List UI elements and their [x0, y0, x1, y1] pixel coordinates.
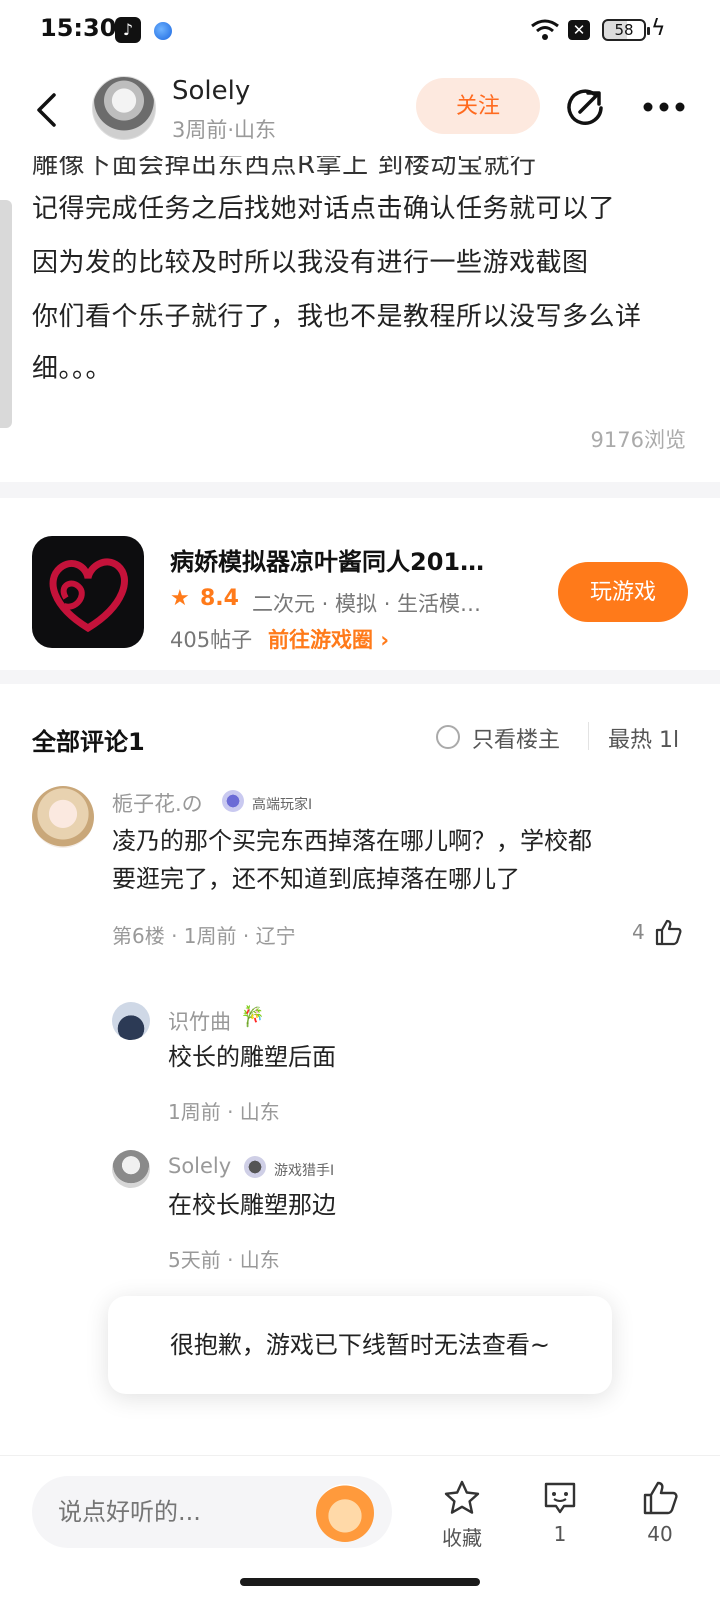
commenter-avatar[interactable] — [32, 786, 94, 848]
toast-message: 很抱歉，游戏已下线暂时无法查看~ — [108, 1296, 612, 1394]
comment-button[interactable]: 1 — [520, 1478, 600, 1546]
radio-icon[interactable] — [436, 725, 460, 749]
share-icon[interactable] — [564, 86, 606, 128]
reply-item: Solely 游戏猎手I 在校长雕塑那边 5天前 · 山东 — [0, 1148, 720, 1278]
x-notification-icon: ✕ — [568, 20, 590, 40]
star-outline-icon — [444, 1480, 480, 1514]
home-indicator[interactable] — [240, 1578, 480, 1586]
chevron-right-icon: › — [380, 628, 389, 652]
comment-text: 要逛完了，还不知道到底掉落在哪儿了 — [112, 865, 520, 893]
author-name[interactable]: Solely — [172, 76, 250, 106]
thumbs-up-icon — [643, 1481, 678, 1515]
collect-label: 收藏 — [442, 1526, 482, 1550]
only-op-filter[interactable]: 只看楼主 — [472, 722, 560, 754]
reply-item: 识竹曲 🎋 校长的雕塑后面 1周前 · 山东 — [0, 1000, 720, 1130]
article-line: 细。。。 — [32, 354, 113, 384]
wifi-icon — [531, 19, 559, 40]
tiktok-icon: ♪ — [115, 17, 141, 43]
reply-meta: 1周前 · 山东 — [168, 1100, 280, 1124]
divider — [0, 482, 720, 498]
back-icon[interactable] — [34, 92, 58, 128]
thumbs-up-icon[interactable] — [654, 918, 682, 946]
charging-bolt-icon: ϟ — [651, 16, 666, 41]
view-count: 9176浏览 — [590, 428, 686, 452]
status-bar: 15:30 ♪ ✕ 58 ϟ — [0, 0, 720, 64]
mascot-emoji-icon[interactable] — [316, 1484, 374, 1542]
comment-text: 凌乃的那个买完东西掉落在哪儿啊？，学校都 — [112, 827, 592, 855]
like-count: 40 — [647, 1522, 673, 1546]
more-icon[interactable] — [642, 100, 686, 114]
status-time: 15:30 — [40, 14, 117, 42]
commenter-name[interactable]: 栀子花.の — [112, 788, 203, 818]
author-meta: 3周前·山东 — [172, 118, 277, 142]
article-line: 你们看个乐子就行了，我也不是教程所以没写多么详 — [32, 302, 642, 332]
game-title[interactable]: 病娇模拟器凉叶酱同人201… — [170, 542, 484, 577]
replier-name[interactable]: Solely — [168, 1154, 231, 1178]
article-line: 记得完成任务之后找她对话点击确认任务就可以了 — [32, 194, 616, 224]
game-circle-link[interactable]: 前往游戏圈 › — [268, 624, 389, 654]
battery-icon: 58 — [602, 19, 650, 41]
comments-title: 全部评论1 — [32, 728, 145, 756]
author-avatar[interactable] — [92, 76, 156, 140]
collect-button[interactable]: 收藏 — [422, 1478, 502, 1551]
comment-item: 栀子花.の 高端玩家I 凌乃的那个买完东西掉落在哪儿啊？，学校都 要逛完了，还不… — [0, 780, 720, 970]
replier-avatar[interactable] — [112, 1150, 150, 1188]
scrollbar[interactable] — [0, 200, 12, 428]
heart-logo-icon — [49, 558, 128, 633]
post-header: Solely 3周前·山东 关注 — [0, 64, 720, 156]
app-dot-icon — [154, 22, 172, 40]
badge-icon — [244, 1156, 266, 1178]
game-card[interactable]: 病娇模拟器凉叶酱同人201… ★ 8.4 二次元 · 模拟 · 生活模… 405… — [0, 506, 720, 686]
sort-hot[interactable]: 最热 1l — [608, 722, 679, 754]
play-game-button[interactable]: 玩游戏 — [558, 562, 688, 622]
bamboo-icon: 🎋 — [240, 1004, 265, 1028]
divider — [0, 670, 720, 684]
game-tags: 二次元 · 模拟 · 生活模… — [252, 592, 482, 616]
game-rating: 8.4 — [200, 586, 239, 611]
comment-like-count: 4 — [632, 920, 645, 944]
game-post-count: 405帖子 — [170, 628, 253, 652]
game-icon[interactable] — [32, 536, 144, 648]
reply-meta: 5天前 · 山东 — [168, 1248, 280, 1272]
badge-icon — [222, 790, 244, 812]
star-icon: ★ — [170, 586, 190, 611]
replier-name[interactable]: 识竹曲 — [168, 1006, 231, 1036]
like-button[interactable]: 40 — [620, 1478, 700, 1546]
game-circle-link-label: 前往游戏圈 — [268, 628, 373, 652]
article-line: 因为发的比较及时所以我没有进行一些游戏截图 — [32, 248, 589, 278]
comment-count: 1 — [553, 1522, 567, 1546]
reply-text: 校长的雕塑后面 — [168, 1043, 336, 1071]
commenter-badge: 高端玩家I — [252, 797, 313, 813]
replier-avatar[interactable] — [112, 1002, 150, 1040]
comment-bubble-icon — [544, 1482, 576, 1514]
reply-text: 在校长雕塑那边 — [168, 1191, 336, 1219]
comment-meta: 第6楼 · 1周前 · 辽宁 — [112, 924, 296, 948]
follow-button[interactable]: 关注 — [416, 78, 540, 134]
comments-header: 全部评论1 只看楼主 最热 1l — [0, 700, 720, 770]
divider — [588, 722, 589, 750]
replier-badge: 游戏猎手I — [274, 1163, 335, 1179]
